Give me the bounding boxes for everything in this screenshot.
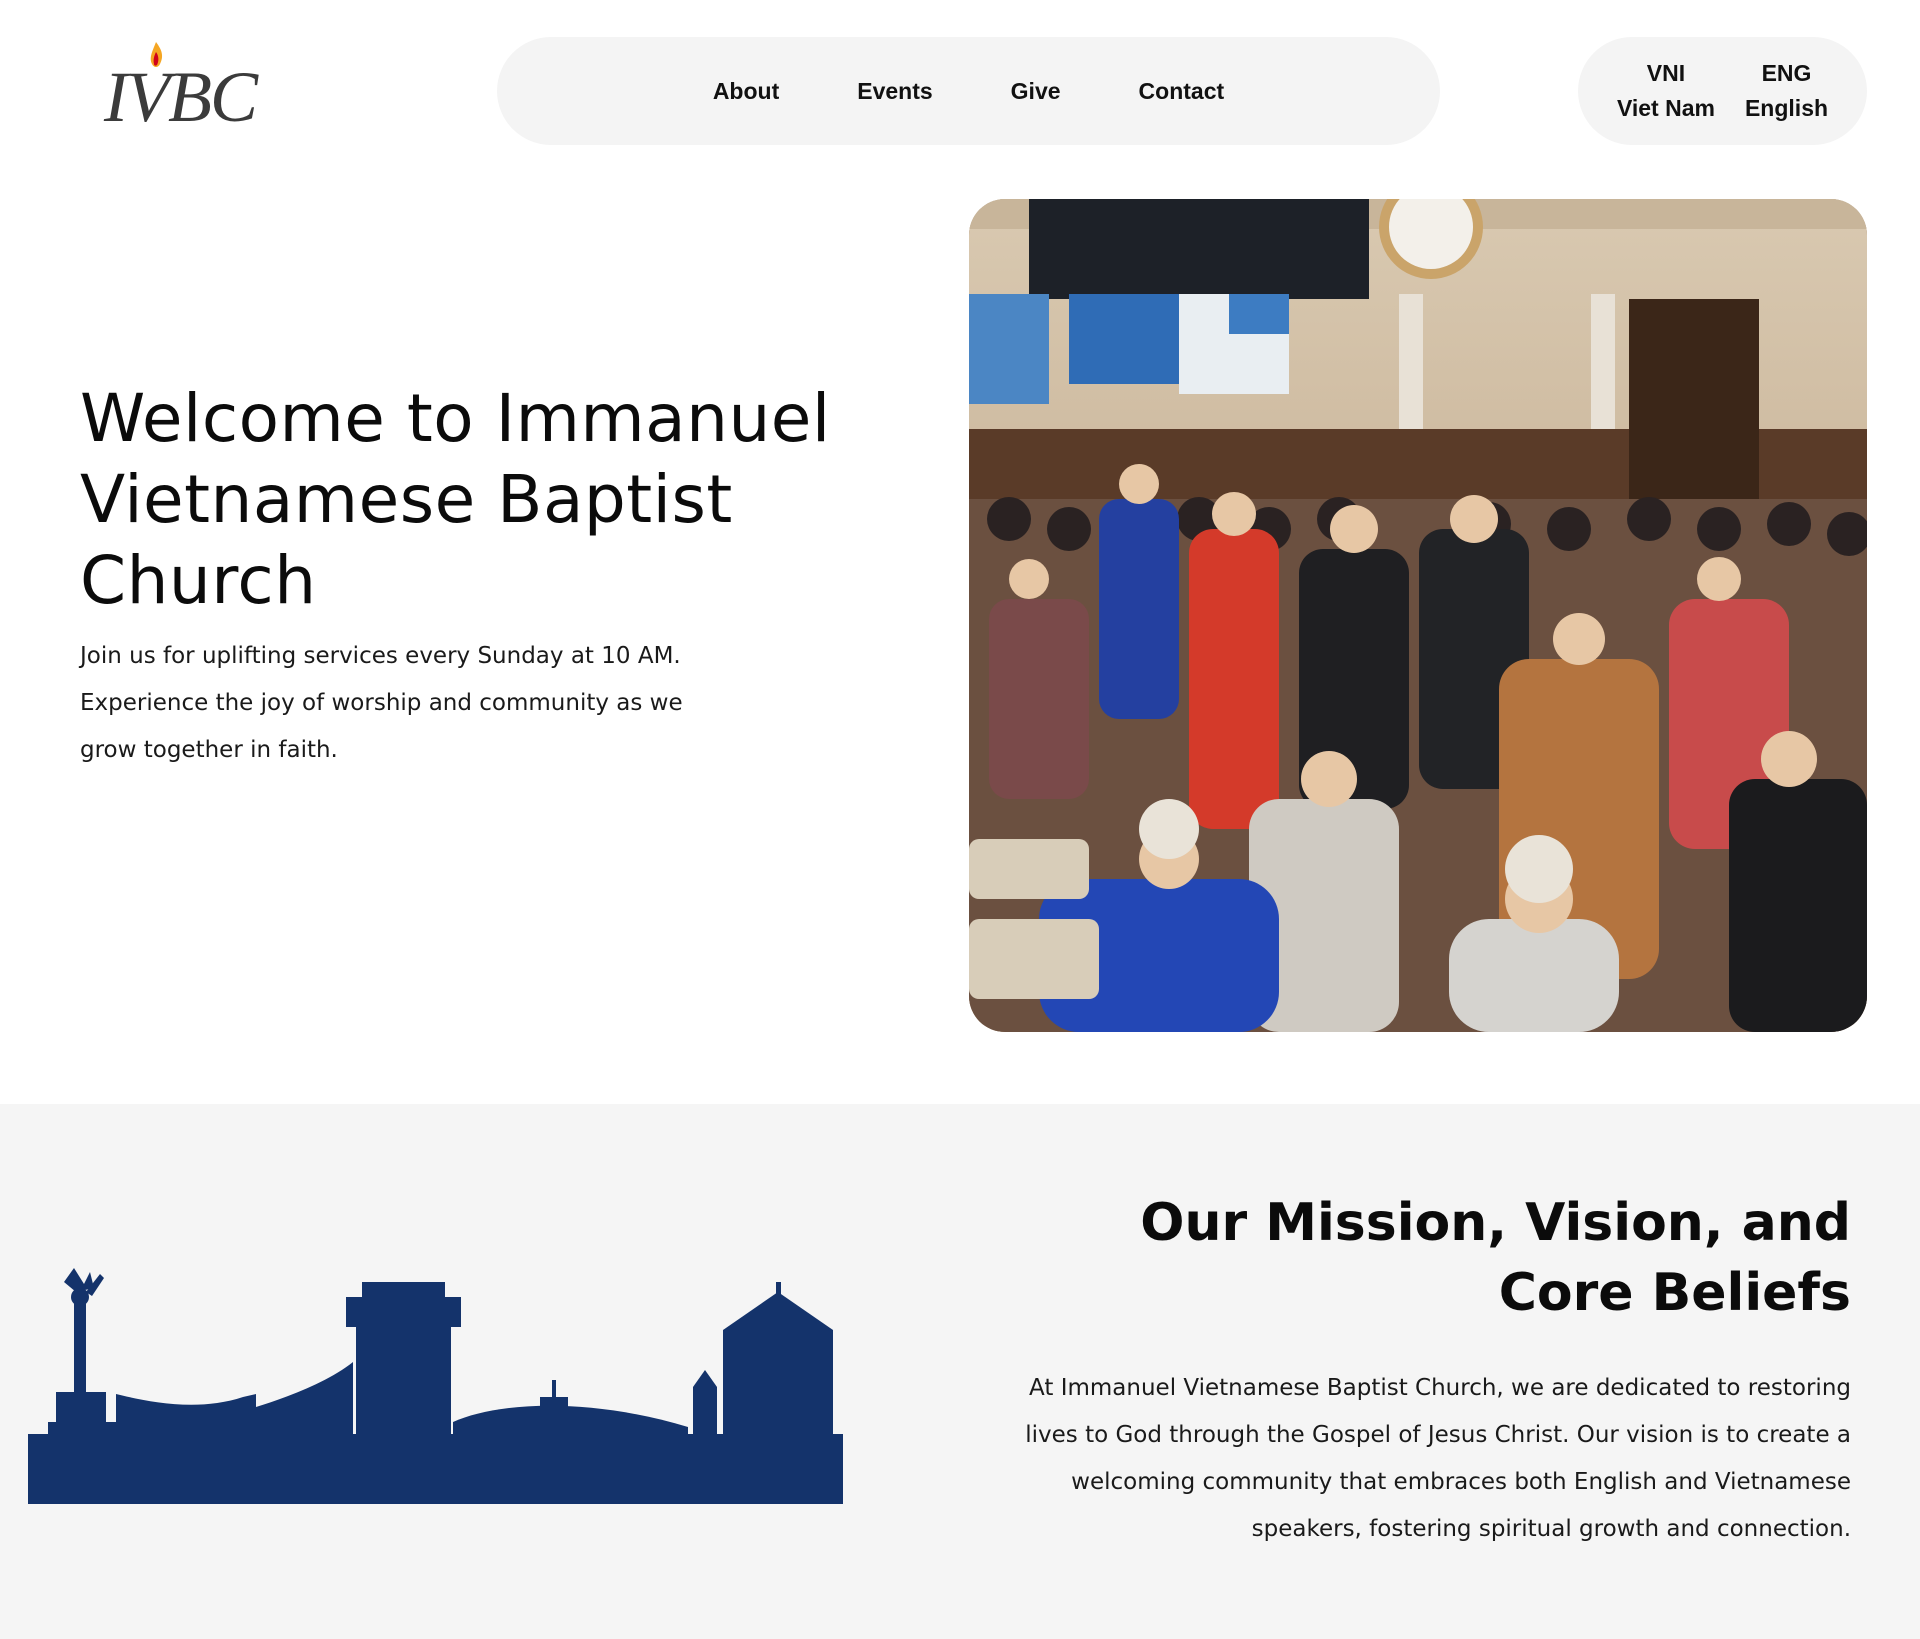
hero-description: Join us for uplifting services every Sun… xyxy=(80,643,683,763)
language-name: Viet Nam xyxy=(1616,95,1715,121)
language-code: VNI xyxy=(1646,60,1686,86)
nav-about-link[interactable]: About xyxy=(713,78,779,105)
main-nav: About Events Give Contact xyxy=(497,37,1440,145)
mission-description: At Immanuel Vietnamese Baptist Church, w… xyxy=(1025,1375,1851,1542)
logo-text: IVBC xyxy=(104,57,258,137)
city-skyline-icon xyxy=(28,1268,843,1504)
language-name: English xyxy=(1744,95,1829,121)
congregation-photo-icon xyxy=(969,199,1867,1032)
language-code: ENG xyxy=(1761,60,1812,86)
mission-title: Our Mission, Vision, and Core Beliefs xyxy=(1140,1193,1851,1323)
nav-events-link[interactable]: Events xyxy=(857,78,932,105)
language-switcher: VNI Viet Nam ENG English xyxy=(1578,37,1867,145)
hero-title: Welcome to Immanuel Vietnamese Baptist C… xyxy=(80,380,831,619)
nav-give-link[interactable]: Give xyxy=(1011,78,1061,105)
language-english-button[interactable]: ENG English xyxy=(1745,56,1828,126)
nav-contact-link[interactable]: Contact xyxy=(1139,78,1225,105)
hero-congregation-photo xyxy=(969,199,1867,1032)
language-vietnamese-button[interactable]: VNI Viet Nam xyxy=(1617,56,1715,126)
site-logo[interactable]: IVBC xyxy=(104,42,258,137)
